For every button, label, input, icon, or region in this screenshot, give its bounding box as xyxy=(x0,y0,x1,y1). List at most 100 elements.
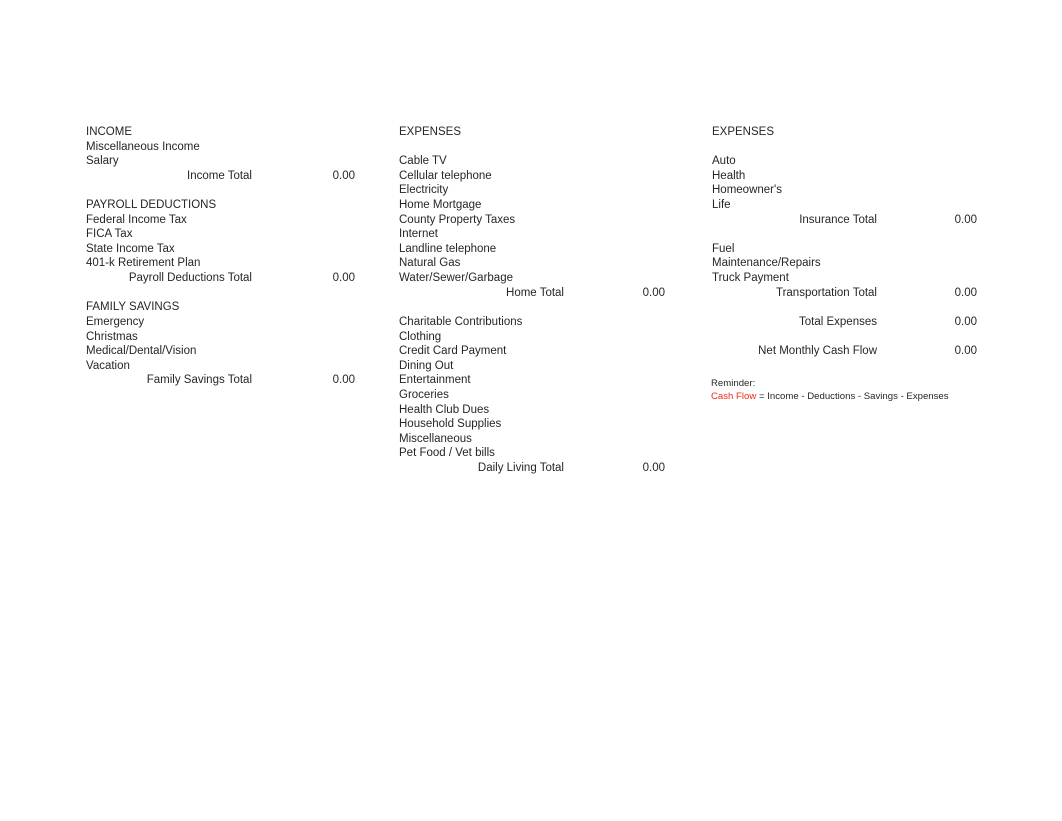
total-label: Daily Living Total xyxy=(477,462,564,475)
line-item-label: Dining Out xyxy=(399,359,454,372)
section-heading-row: PAYROLL DEDUCTIONS xyxy=(86,198,356,213)
line-item-row[interactable]: Health Club Dues xyxy=(399,403,666,418)
line-item-label: Entertainment xyxy=(399,374,471,387)
line-item-label: Homeowner's xyxy=(712,184,782,197)
home-daily-living-column: EXPENSES Cable TV Cellular telephone Ele… xyxy=(399,125,666,476)
line-item-row[interactable]: Water/Sewer/Garbage xyxy=(399,271,666,286)
total-label: Insurance Total xyxy=(799,213,877,226)
total-value: 0.00 xyxy=(954,213,977,226)
line-item-label: Miscellaneous Income xyxy=(86,140,200,153)
section-heading-family-savings: FAMILY SAVINGS xyxy=(86,301,180,314)
line-item-label: FICA Tax xyxy=(86,228,133,241)
line-item-row[interactable]: Landline telephone xyxy=(399,242,666,257)
spacer-row xyxy=(399,140,666,155)
line-item-row[interactable]: Charitable Contributions xyxy=(399,315,666,330)
line-item-row[interactable]: Entertainment xyxy=(399,373,666,388)
section-heading-payroll-deductions: PAYROLL DEDUCTIONS xyxy=(86,199,217,212)
line-item-label: Fuel xyxy=(712,242,735,255)
spacer-row xyxy=(399,300,666,315)
line-item-row[interactable]: Groceries xyxy=(399,388,666,403)
line-item-label: Cable TV xyxy=(399,155,447,168)
total-row-home: Home Total 0.00 xyxy=(399,286,666,301)
budget-worksheet: INCOME Miscellaneous Income Salary Incom… xyxy=(0,0,1062,821)
line-item-row[interactable]: Christmas xyxy=(86,330,356,345)
line-item-row[interactable]: FICA Tax xyxy=(86,227,356,242)
total-value: 0.00 xyxy=(954,286,977,299)
total-label: Payroll Deductions Total xyxy=(128,272,252,285)
line-item-row[interactable]: State Income Tax xyxy=(86,242,356,257)
line-item-label: Christmas xyxy=(86,330,138,343)
line-item-row[interactable]: Clothing xyxy=(399,330,666,345)
line-item-row[interactable]: Miscellaneous xyxy=(399,432,666,447)
line-item-row[interactable]: Electricity xyxy=(399,183,666,198)
line-item-label: Miscellaneous xyxy=(399,432,472,445)
line-item-row[interactable]: Pet Food / Vet bills xyxy=(399,446,666,461)
total-row-total-expenses: Total Expenses 0.00 xyxy=(712,315,978,330)
total-row-family-savings: Family Savings Total 0.00 xyxy=(86,373,356,388)
total-value: 0.00 xyxy=(332,169,355,182)
section-heading-row: INCOME xyxy=(86,125,356,140)
total-row-income: Income Total 0.00 xyxy=(86,169,356,184)
total-row-net-monthly-cash-flow: Net Monthly Cash Flow 0.00 xyxy=(712,344,978,359)
line-item-row[interactable]: Miscellaneous Income xyxy=(86,140,356,155)
total-value: 0.00 xyxy=(332,272,355,285)
total-value: 0.00 xyxy=(332,374,355,387)
line-item-row[interactable]: Medical/Dental/Vision xyxy=(86,344,356,359)
line-item-label: Life xyxy=(712,199,731,212)
line-item-label: Health Club Dues xyxy=(399,403,490,416)
section-heading-row: FAMILY SAVINGS xyxy=(86,300,356,315)
total-label: Home Total xyxy=(506,286,564,299)
line-item-row[interactable]: Homeowner's xyxy=(712,183,978,198)
line-item-label: Salary xyxy=(86,155,119,168)
line-item-row[interactable]: Natural Gas xyxy=(399,256,666,271)
line-item-label: Water/Sewer/Garbage xyxy=(399,272,513,285)
line-item-label: Credit Card Payment xyxy=(399,345,507,358)
line-item-row[interactable]: Internet xyxy=(399,227,666,242)
line-item-row[interactable]: Cable TV xyxy=(399,154,666,169)
total-value: 0.00 xyxy=(954,345,977,358)
total-row-payroll-deductions: Payroll Deductions Total 0.00 xyxy=(86,271,356,286)
total-value: 0.00 xyxy=(642,462,665,475)
line-item-row[interactable]: Maintenance/Repairs xyxy=(712,256,978,271)
line-item-label: Home Mortgage xyxy=(399,199,482,212)
line-item-row[interactable]: Life xyxy=(712,198,978,213)
line-item-row[interactable]: Federal Income Tax xyxy=(86,213,356,228)
line-item-label: Auto xyxy=(712,155,736,168)
line-item-row[interactable]: 401-k Retirement Plan xyxy=(86,256,356,271)
total-label: Total Expenses xyxy=(799,315,877,328)
spacer-row xyxy=(712,227,978,242)
line-item-row[interactable]: Dining Out xyxy=(399,359,666,374)
line-item-label: County Property Taxes xyxy=(399,213,516,226)
spacer-row xyxy=(712,140,978,155)
line-item-row[interactable]: Truck Payment xyxy=(712,271,978,286)
total-row-transportation: Transportation Total 0.00 xyxy=(712,286,978,301)
line-item-row[interactable]: Health xyxy=(712,169,978,184)
line-item-row[interactable]: Household Supplies xyxy=(399,417,666,432)
cash-flow-formula-text: = Income - Deductions - Savings - Expens… xyxy=(756,391,949,402)
line-item-row[interactable]: Emergency xyxy=(86,315,356,330)
line-item-label: Internet xyxy=(399,228,438,241)
section-heading-expenses-home: EXPENSES xyxy=(399,126,461,138)
section-heading-income: INCOME xyxy=(86,126,132,138)
line-item-label: State Income Tax xyxy=(86,242,175,255)
line-item-row[interactable]: Auto xyxy=(712,154,978,169)
line-item-row[interactable]: County Property Taxes xyxy=(399,213,666,228)
line-item-label: Natural Gas xyxy=(399,257,461,270)
section-heading-row: EXPENSES xyxy=(712,125,978,140)
total-label: Net Monthly Cash Flow xyxy=(758,345,877,358)
line-item-row[interactable]: Home Mortgage xyxy=(399,198,666,213)
total-value: 0.00 xyxy=(642,286,665,299)
line-item-label: Clothing xyxy=(399,330,442,343)
line-item-row[interactable]: Cellular telephone xyxy=(399,169,666,184)
line-item-row[interactable]: Credit Card Payment xyxy=(399,344,666,359)
line-item-label: Truck Payment xyxy=(712,272,789,285)
line-item-label: Vacation xyxy=(86,359,130,372)
total-row-daily-living: Daily Living Total 0.00 xyxy=(399,461,666,476)
line-item-row[interactable]: Salary xyxy=(86,154,356,169)
line-item-row[interactable]: Fuel xyxy=(712,242,978,257)
line-item-label: Federal Income Tax xyxy=(86,213,187,226)
total-label: Transportation Total xyxy=(775,286,877,299)
reminder-title: Reminder: xyxy=(711,378,756,389)
line-item-row[interactable]: Vacation xyxy=(86,359,356,374)
line-item-label: Emergency xyxy=(86,315,145,328)
